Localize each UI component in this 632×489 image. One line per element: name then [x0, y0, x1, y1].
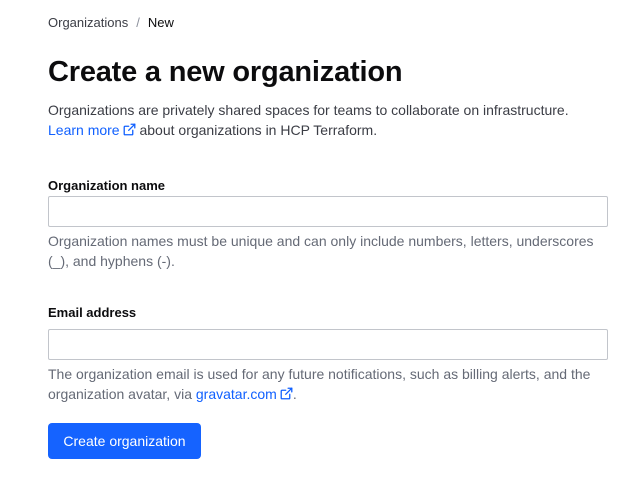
- external-link-icon: [123, 123, 136, 136]
- org-name-label: Organization name: [48, 178, 166, 193]
- learn-more-suffix: about organizations in HCP Terraform.: [139, 122, 378, 138]
- email-input[interactable]: [48, 329, 608, 360]
- email-label: Email address: [48, 305, 137, 320]
- learn-more-label: Learn more: [48, 122, 120, 138]
- breadcrumb-organizations-link[interactable]: Organizations: [48, 15, 128, 30]
- breadcrumb: Organizations / New: [48, 15, 174, 30]
- org-name-help: Organization names must be unique and ca…: [48, 233, 594, 269]
- org-name-input[interactable]: [48, 196, 608, 227]
- email-help-suffix: .: [292, 386, 297, 402]
- learn-more-link[interactable]: Learn more: [48, 122, 136, 138]
- external-link-icon: [280, 387, 293, 400]
- email-help: The organization email is used for any f…: [48, 364, 608, 404]
- breadcrumb-current: New: [147, 15, 174, 30]
- gravatar-link-label: gravatar.com: [195, 386, 277, 402]
- gravatar-link[interactable]: gravatar.com: [196, 386, 293, 402]
- create-organization-button[interactable]: Create organization: [48, 423, 201, 459]
- description-text: Organizations are privately shared space…: [48, 102, 569, 118]
- breadcrumb-separator: /: [136, 15, 140, 30]
- page-description: Organizations are privately shared space…: [48, 100, 608, 140]
- email-help-text: The organization email is used for any f…: [48, 366, 591, 402]
- page-title: Create a new organization: [48, 56, 403, 88]
